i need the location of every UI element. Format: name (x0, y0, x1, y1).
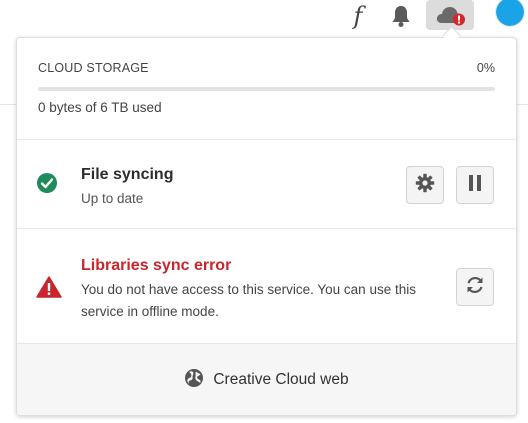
pause-icon (467, 174, 483, 197)
libraries-error-line-2: service in offline mode. (81, 304, 219, 319)
libraries-sync-row: Libraries sync error You do not have acc… (17, 229, 516, 342)
libraries-error-message: You do not have access to this service. … (81, 279, 416, 323)
storage-progress-bar (38, 87, 495, 91)
check-circle-icon (36, 172, 58, 194)
cloud-error-icon[interactable] (426, 0, 474, 30)
storage-section: CLOUD STORAGE 0% 0 bytes of 6 TB used (17, 38, 516, 139)
avatar[interactable] (490, 0, 528, 32)
fonts-icon[interactable]: f (346, 0, 370, 32)
creative-cloud-web-link[interactable]: Creative Cloud web (17, 343, 516, 415)
libraries-error-line-1: You do not have access to this service. … (81, 282, 416, 297)
file-sync-row: File syncing Up to date (17, 140, 516, 228)
bell-icon[interactable] (389, 0, 413, 32)
libraries-error-title: Libraries sync error (81, 257, 232, 274)
globe-icon (184, 368, 204, 393)
cloud-status-popover: CLOUD STORAGE 0% 0 bytes of 6 TB used Fi… (16, 37, 517, 416)
gear-icon (415, 173, 435, 198)
file-sync-title: File syncing (81, 166, 174, 183)
retry-sync-button[interactable] (456, 268, 494, 306)
creative-cloud-web-label: Creative Cloud web (213, 371, 349, 388)
storage-label: CLOUD STORAGE (38, 61, 149, 75)
footer-content: Creative Cloud web (184, 368, 349, 393)
pause-sync-button[interactable] (456, 166, 494, 204)
storage-percent: 0% (476, 61, 495, 75)
sync-settings-button[interactable] (406, 166, 444, 204)
storage-used-text: 0 bytes of 6 TB used (38, 100, 162, 115)
file-sync-status: Up to date (81, 191, 144, 206)
refresh-icon (464, 274, 486, 301)
warning-icon (36, 276, 62, 298)
